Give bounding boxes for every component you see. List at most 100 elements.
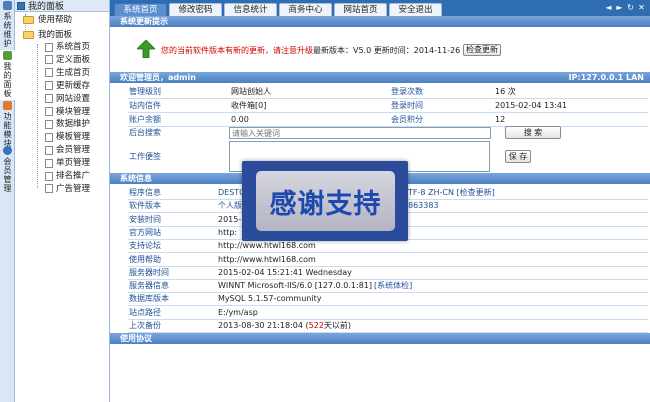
memo-label: 工作便签	[129, 152, 161, 161]
sysinfo-value-text: 个人版	[218, 201, 242, 211]
sysinfo-value-text: http:	[218, 227, 238, 237]
tree-node-item-label: 排名推广	[56, 171, 91, 181]
info-value: 12	[495, 115, 506, 124]
welcome-bar: 欢迎管理员，admin IP:127.0.0.1 LAN	[110, 72, 650, 83]
search-input[interactable]	[229, 127, 491, 139]
home-icon	[3, 51, 12, 60]
forward-icon[interactable]: ►	[615, 3, 624, 12]
sysinfo-label: 安装时间	[129, 214, 161, 224]
vtab-modules-label: 功能模块	[3, 112, 12, 148]
folder-open-icon	[23, 31, 34, 39]
tree-node-my-panel-label: 我的面板	[38, 30, 73, 40]
tree-node-item[interactable]: 系统首页	[45, 41, 90, 53]
info-label: 账户余额	[129, 115, 161, 124]
user-icon	[3, 146, 12, 155]
page-icon	[45, 171, 53, 181]
up-arrow-icon	[137, 40, 155, 58]
tree-node-item-label: 广告管理	[56, 183, 91, 194]
search-button[interactable]: 搜 索	[505, 126, 561, 139]
row-divider	[128, 292, 648, 294]
page-icon	[45, 55, 53, 65]
top-tab[interactable]: 安全退出	[389, 3, 442, 16]
row-divider	[128, 98, 648, 99]
check-update-button[interactable]: 检查更新	[463, 44, 501, 56]
top-tab[interactable]: 系统首页	[114, 3, 167, 16]
save-button[interactable]: 保 存	[505, 150, 531, 163]
top-tab[interactable]: 信息统计	[224, 3, 277, 16]
agreement-bar-title: 使用协议	[120, 334, 152, 343]
sysinfo-value: http:	[218, 227, 237, 238]
sysinfo-value-text: 2013-08-30 21:18:04 (	[218, 321, 309, 330]
tree-node-item[interactable]: 模板管理	[45, 131, 90, 143]
top-tab[interactable]: 修改密码	[169, 3, 222, 16]
tree-node-item[interactable]: 数据维护	[45, 118, 90, 130]
info-label: 登录时间	[391, 101, 423, 110]
tree-node-item[interactable]: 更新缓存	[45, 80, 90, 92]
vtab-my-panel[interactable]: 我的面板	[0, 50, 15, 100]
tree-node-item[interactable]: 模块管理	[45, 106, 90, 118]
vtab-modules[interactable]: 功能模块	[0, 100, 15, 148]
row-divider	[128, 318, 648, 320]
sysinfo-value-text: E:/ym/asp	[218, 307, 258, 317]
sysinfo-value-text: WINNT Microsoft-IIS/6.0 [127.0.0.1:81]	[218, 281, 373, 291]
sysinfo-label: 服务器时间	[129, 267, 169, 277]
sysinfo-value-text: http://www.htwl168.com	[218, 254, 316, 264]
info-value: 网站创始人	[231, 87, 271, 96]
top-tab-bar: 系统首页 修改密码 信息统计 商务中心 网站首页 安全退出 ◄ ► ↻ ✕	[110, 0, 650, 16]
row-divider	[128, 265, 648, 267]
tree-guide	[37, 44, 38, 188]
tree-node-item[interactable]: 排名推广	[45, 170, 90, 182]
refresh-icon[interactable]: ↻	[626, 3, 635, 12]
page-icon	[45, 107, 53, 116]
tree-node-item[interactable]: 网站设置	[45, 93, 90, 105]
tree-node-item[interactable]: 单页管理	[45, 157, 90, 169]
tree-node-item-label: 定义面板	[56, 54, 91, 65]
page-icon	[45, 94, 53, 104]
tree-node-item[interactable]: 生成首页	[45, 67, 90, 79]
window-controls: ◄ ► ↻ ✕	[604, 3, 646, 12]
backup-days: 522	[308, 321, 324, 330]
tree-node-item[interactable]: 广告管理	[45, 183, 90, 195]
latest-version: 最新版本：V5.0 更新时间：2014-11-26	[313, 46, 461, 55]
sysinfo-label: 数据库版本	[129, 294, 169, 304]
top-tab[interactable]: 商务中心	[279, 3, 332, 16]
sysinfo-value: 个人版	[218, 200, 242, 211]
sysinfo-value: 2015-02-04 15:21:41 Wednesday	[218, 267, 352, 278]
sysinfo-label: 上次备份	[129, 321, 161, 330]
tree-node-item[interactable]: 会员管理	[45, 144, 90, 156]
tree-node-item-label: 系统首页	[56, 42, 91, 52]
system-check-link[interactable]: [系统体检]	[374, 281, 412, 290]
page-icon	[45, 68, 53, 78]
page-icon	[45, 119, 53, 129]
top-tab[interactable]: 网站首页	[334, 3, 387, 16]
row-divider	[128, 305, 648, 307]
tree-node-my-panel[interactable]: 我的面板	[23, 29, 72, 41]
tree-panel: 我的面板 使用帮助 我的面板 系统首页定义面板生成首页更新缓存网站设置 模块管理数…	[15, 0, 110, 402]
sysinfo-value: http://www.htwl168.com	[218, 254, 316, 265]
tree-node-item-label: 更新缓存	[56, 80, 91, 91]
sysinfo-extra[interactable]: TF-8 ZH-CN [检查更新]	[408, 187, 495, 198]
tree-node-item-label: 数据维护	[56, 119, 91, 130]
vtab-system[interactable]: 系统维护	[0, 0, 15, 50]
back-icon[interactable]: ◄	[604, 3, 613, 12]
search-label: 后台搜索	[129, 128, 161, 137]
tree-node-help[interactable]: 使用帮助	[23, 14, 72, 26]
row-divider	[128, 252, 648, 254]
tree-node-item-label: 模块管理	[56, 106, 91, 117]
sysinfo-label: 程序信息	[129, 188, 161, 197]
thanks-popup[interactable]: 感谢支持	[242, 161, 408, 241]
tree-node-item[interactable]: 定义面板	[45, 54, 90, 66]
folder-icon	[23, 16, 34, 24]
info-label: 站内信件	[129, 101, 161, 110]
sysinfo-value-text: 2015-02-04 15:21:41 Wednesday	[218, 267, 352, 277]
vtab-members[interactable]: 会员管理	[0, 145, 15, 193]
sysinfo-value: E:/ym/asp	[218, 307, 258, 318]
page-icon	[45, 132, 53, 142]
inbox-link[interactable]: 收件箱[0]	[231, 100, 266, 111]
tree-header-title: 我的面板	[28, 2, 65, 12]
sysinfo-label: 支持论坛	[129, 241, 161, 251]
module-icon	[3, 101, 12, 110]
close-icon[interactable]: ✕	[637, 3, 646, 12]
sysinfo-label: 软件版本	[129, 201, 161, 211]
tree-node-item-label: 生成首页	[56, 67, 91, 78]
